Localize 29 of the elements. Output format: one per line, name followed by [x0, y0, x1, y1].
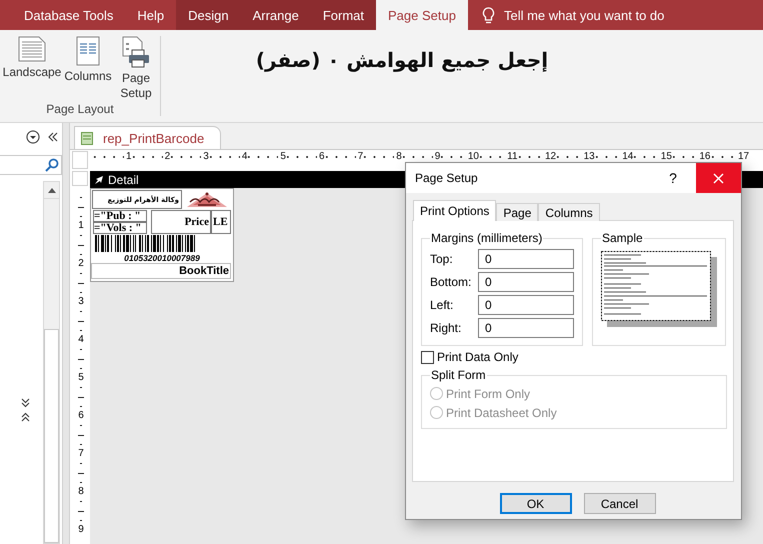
ruler-number: 14 — [620, 151, 636, 162]
ruler-number: 15 — [658, 151, 674, 162]
field-label: Top: — [430, 252, 454, 266]
ruler-number: 13 — [582, 151, 597, 162]
ruler-number: 6 — [317, 151, 327, 162]
ruler-number: 1 — [124, 151, 134, 162]
ruler-number: 5 — [278, 151, 288, 162]
ruler-number: 3 — [201, 151, 211, 162]
ruler-number: 4 — [240, 151, 250, 162]
ruler-number: 17 — [736, 151, 752, 162]
ruler-number: 9 — [78, 525, 84, 535]
ruler-number: 8 — [394, 151, 404, 162]
group-title: Split Form — [430, 368, 487, 382]
group-title: Margins (millimeters) — [430, 231, 544, 245]
section-title: Detail — [108, 172, 139, 186]
field-label: Left: — [430, 298, 454, 312]
ruler-number: 10 — [466, 151, 481, 162]
ruler-number: 2 — [162, 151, 172, 162]
ruler-number: 16 — [697, 151, 712, 162]
ruler-number: 11 — [505, 151, 520, 162]
group-label: Page Layout — [45, 102, 115, 116]
ruler-number: 9 — [432, 151, 442, 162]
dialog-title: Page Setup — [415, 171, 479, 185]
group-title: Sample — [601, 231, 644, 245]
ruler-number: 7 — [356, 151, 366, 162]
field-label: Right: — [430, 320, 462, 334]
field-label: Bottom: — [430, 274, 472, 288]
annotation-text: إجعل جميع الهوامش ٠ (صفر) — [256, 48, 548, 74]
ruler-number: 12 — [543, 151, 558, 162]
